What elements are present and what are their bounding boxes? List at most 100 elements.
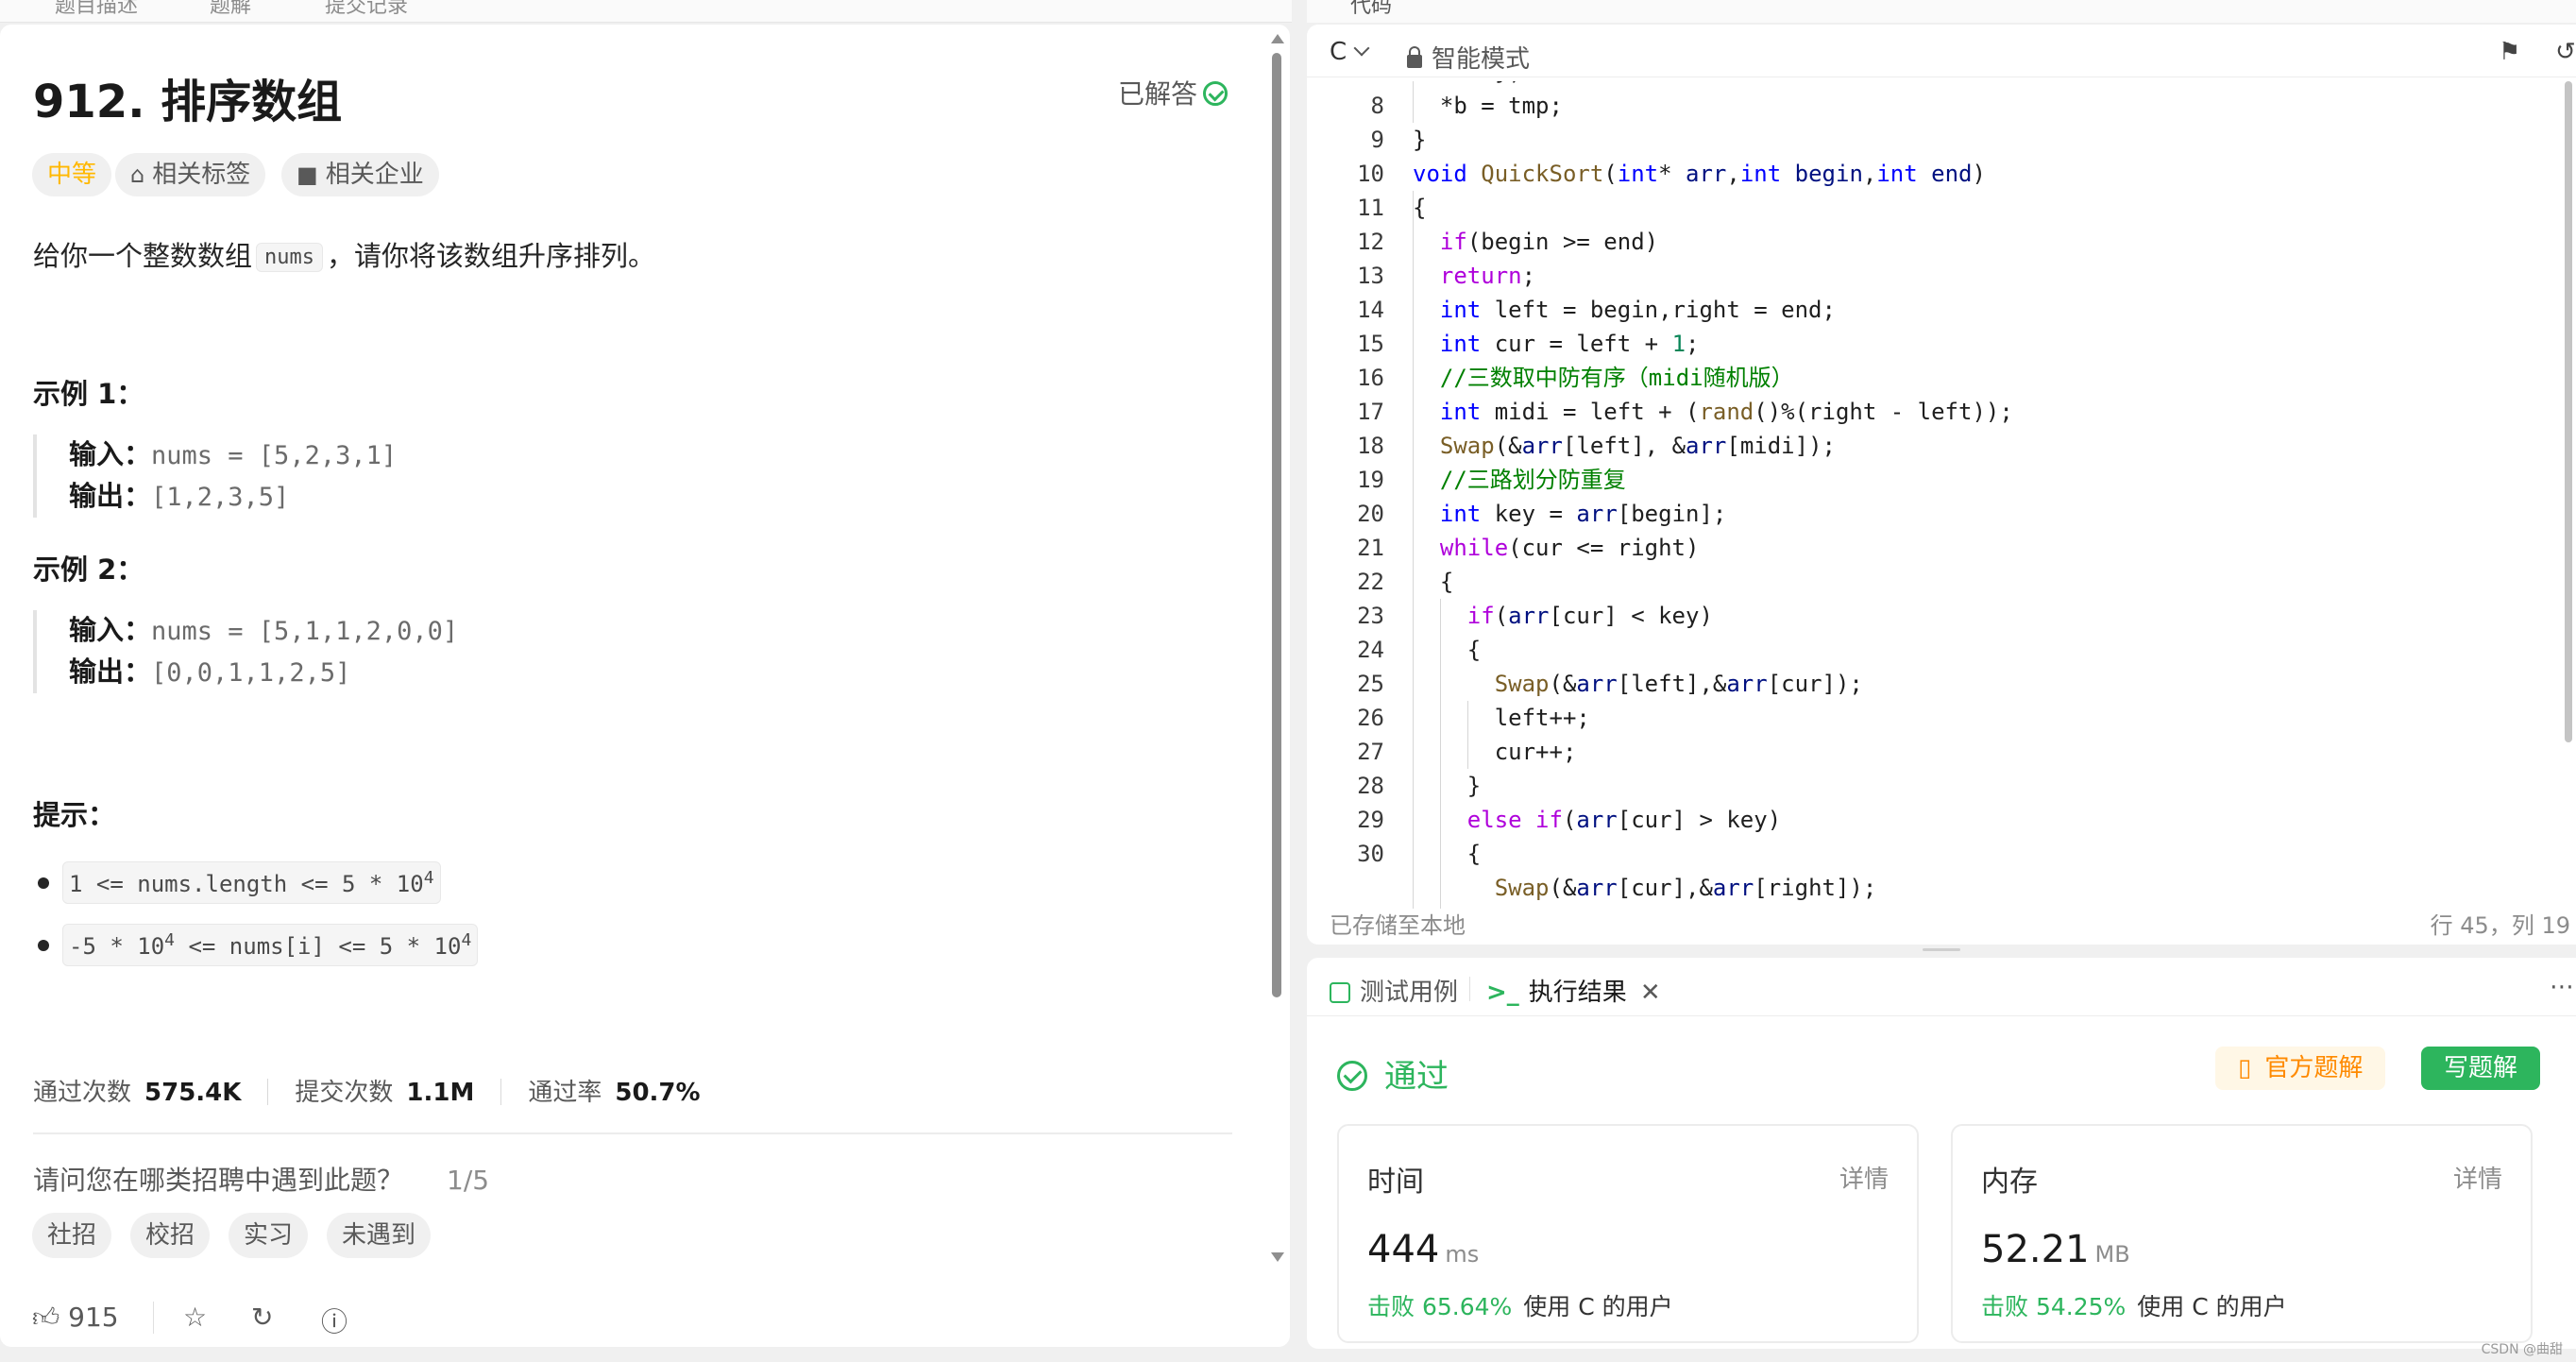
check-circle-icon: [1337, 1061, 1367, 1091]
tab-code[interactable]: 代码: [1350, 0, 1392, 19]
example-1-title: 示例 1：: [33, 378, 144, 410]
result-tabs: 测试用例 >_ 执行结果 ✕ ⋯: [1307, 958, 2576, 1016]
survey-option-campus[interactable]: 校招: [130, 1213, 211, 1258]
related-tags-label: 相关标签: [152, 161, 251, 189]
memory-value-row: 52.21 MB: [1981, 1228, 2130, 1271]
scroll-down-arrow-icon[interactable]: [1271, 1252, 1284, 1262]
runtime-title: 时间: [1367, 1166, 1424, 1199]
panel-resize-handle[interactable]: [1923, 948, 1960, 951]
book-icon: ▯: [2238, 1054, 2252, 1082]
watermark: CSDN @曲甜: [2481, 1342, 2563, 1357]
example-1-output: [1,2,3,5]: [151, 483, 290, 512]
like-count: 915: [68, 1302, 119, 1333]
example-2-block: 输入：nums = [5,1,1,2,0,0] 输出：[0,0,1,1,2,5]: [33, 610, 1251, 693]
problem-panel: 912. 排序数组 已解答 中等 ⌂ 相关标签 ■ 相关企业 给你一个整数数组 num…: [0, 25, 1290, 1347]
related-companies-label: 相关企业: [325, 161, 424, 189]
bookmark-icon[interactable]: ⚑: [2499, 38, 2520, 66]
desc-text-2: ，请你将该数组升序排列。: [327, 240, 656, 272]
language-label: C: [1330, 38, 1347, 66]
output-label: 输出：: [69, 655, 152, 688]
stats-row: 通过次数 575.4K 提交次数 1.1M 通过率 50.7%: [33, 1073, 701, 1108]
lock-icon: [1407, 46, 1422, 68]
tab-description[interactable]: 题目描述: [55, 0, 138, 19]
memory-users: 使用 C 的用户: [2137, 1293, 2287, 1320]
tab-result[interactable]: >_ 执行结果 ✕: [1486, 973, 1661, 1008]
example-2-input: nums = [5,1,1,2,0,0]: [151, 617, 459, 646]
tab-solutions[interactable]: 题解: [210, 0, 251, 19]
hint-constraint-1: 1 <= nums.length <= 5 * 104: [62, 861, 441, 904]
share-icon[interactable]: ↻: [251, 1302, 273, 1333]
example-1-input: nums = [5,2,3,1]: [151, 441, 398, 470]
memory-title: 内存: [1981, 1166, 2038, 1199]
tab-testcase-label: 测试用例: [1360, 979, 1459, 1007]
result-status: 通过: [1337, 1050, 1449, 1097]
hint-1-text: 1 <= nums.length <= 5 * 10: [69, 871, 424, 897]
input-label: 输入：: [69, 438, 152, 470]
like-button[interactable]: 👍︎ 915: [32, 1302, 119, 1334]
survey-option-intern[interactable]: 实习: [229, 1213, 309, 1258]
hint-2-text-a: -5 * 10: [69, 933, 165, 960]
cursor-position: 行 45，列 19: [2430, 912, 2570, 939]
bullet-dot: [38, 877, 49, 889]
tag-icon: ⌂: [130, 162, 145, 188]
code-content[interactable]: }; 8 *b = tmp; 9} 10void QuickSort(int* …: [1307, 81, 2576, 909]
hint-2-exponent-b: 4: [461, 930, 472, 950]
submit-count-label: 提交次数: [295, 1079, 394, 1107]
tab-testcase[interactable]: 测试用例: [1330, 973, 1458, 1008]
official-solution-label: 官方题解: [2264, 1054, 2364, 1082]
problem-scrollbar[interactable]: [1269, 34, 1284, 1271]
memory-beat-percent: 击败 54.25%: [1981, 1293, 2127, 1320]
survey-option-social[interactable]: 社招: [32, 1213, 112, 1258]
editor-scrollbar[interactable]: [2565, 81, 2572, 742]
save-status: 已存储至本地: [1330, 912, 1466, 939]
related-companies-button[interactable]: ■ 相关企业: [281, 153, 439, 196]
hint-2-text-b: <= nums[i] <= 5 * 10: [175, 933, 462, 960]
desc-text-1: 给你一个整数数组: [33, 240, 253, 272]
more-icon[interactable]: ⋯: [2550, 973, 2574, 1001]
tab-submissions[interactable]: 提交记录: [325, 0, 408, 19]
difficulty-badge: 中等: [32, 153, 112, 196]
runtime-card[interactable]: 时间 详情 444 ms 击败 65.64% 使用 C 的用户: [1337, 1124, 1919, 1343]
accept-rate-label: 通过率: [528, 1079, 602, 1107]
star-icon[interactable]: ☆: [183, 1302, 207, 1333]
solved-status: 已解答: [1118, 74, 1229, 111]
runtime-users: 使用 C 的用户: [1523, 1293, 1673, 1320]
close-icon[interactable]: ✕: [1640, 979, 1661, 1007]
example-2-title: 示例 2：: [33, 553, 144, 586]
runtime-detail-link[interactable]: 详情: [1839, 1160, 1889, 1195]
language-select[interactable]: C: [1330, 38, 1370, 66]
terminal-icon: >_: [1486, 979, 1519, 1007]
mode-indicator[interactable]: 智能模式: [1407, 40, 1530, 75]
memory-unit: MB: [2094, 1241, 2130, 1268]
editor-toolbar: C 智能模式 ⚑ ↺: [1307, 25, 2576, 77]
memory-detail-link[interactable]: 详情: [2453, 1160, 2502, 1195]
runtime-beat-percent: 击败 65.64%: [1367, 1293, 1513, 1320]
divider: [33, 1132, 1232, 1134]
hint-1-exponent: 4: [423, 868, 434, 888]
mode-label: 智能模式: [1432, 45, 1531, 74]
memory-value: 52.21: [1981, 1228, 2090, 1271]
runtime-beat-row: 击败 65.64% 使用 C 的用户: [1367, 1288, 1673, 1322]
chevron-down-icon: [1353, 40, 1370, 57]
example-2-output: [0,0,1,1,2,5]: [151, 658, 351, 688]
scroll-up-arrow-icon[interactable]: [1271, 34, 1284, 43]
reset-icon[interactable]: ↺: [2555, 38, 2576, 66]
write-solution-button[interactable]: 写题解: [2421, 1047, 2541, 1090]
survey-option-none[interactable]: 未遇到: [327, 1213, 432, 1258]
runtime-unit: ms: [1445, 1241, 1480, 1268]
solved-label: 已解答: [1118, 78, 1198, 110]
result-status-text: 通过: [1384, 1058, 1449, 1096]
related-tags-button[interactable]: ⌂ 相关标签: [115, 153, 266, 196]
memory-card[interactable]: 内存 详情 52.21 MB 击败 54.25% 使用 C 的用户: [1951, 1124, 2533, 1343]
official-solution-button[interactable]: ▯ 官方题解: [2215, 1047, 2386, 1090]
problem-tab-strip: 题目描述 题解 提交记录: [0, 0, 1292, 23]
submit-count-value: 1.1M: [406, 1079, 475, 1107]
lock-icon: ■: [297, 162, 318, 188]
divider: [500, 1079, 502, 1105]
runtime-value: 444: [1367, 1228, 1440, 1271]
help-icon[interactable]: ⓘ: [321, 1302, 347, 1339]
accept-count-label: 通过次数: [33, 1079, 132, 1107]
runtime-value-row: 444 ms: [1367, 1228, 1479, 1271]
scroll-thumb[interactable]: [1272, 53, 1281, 997]
survey-question: 请问您在哪类招聘中遇到此题？ 1/5: [33, 1160, 489, 1198]
